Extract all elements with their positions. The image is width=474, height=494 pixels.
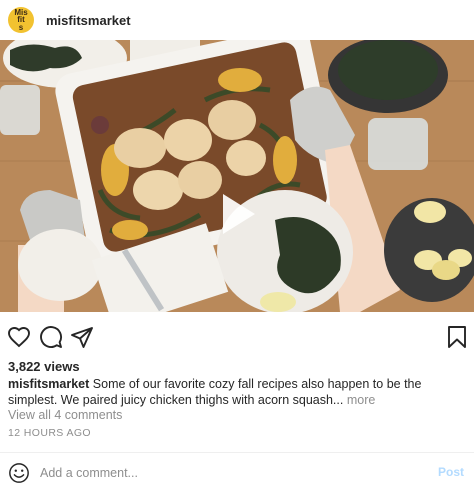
comment-input[interactable] — [40, 463, 420, 483]
bookmark-icon[interactable] — [445, 325, 469, 349]
play-icon[interactable] — [213, 190, 261, 238]
post-video[interactable] — [0, 40, 474, 312]
caption-more-link[interactable]: more — [347, 393, 375, 407]
post-comment-button[interactable]: Post — [438, 465, 464, 479]
food-photo — [0, 40, 474, 312]
view-count[interactable]: 3,822 views — [8, 359, 80, 374]
comment-bar: Post — [0, 453, 474, 494]
post-username[interactable]: misfitsmarket — [46, 13, 131, 28]
comment-icon[interactable] — [39, 325, 63, 349]
caption-username[interactable]: misfitsmarket — [8, 377, 89, 391]
avatar-logo-text: Mis fit s — [14, 8, 28, 32]
smiley-icon[interactable] — [8, 462, 30, 484]
caption: misfitsmarket Some of our favorite cozy … — [8, 377, 470, 408]
avatar[interactable]: Mis fit s — [8, 7, 34, 33]
heart-icon[interactable] — [7, 325, 31, 349]
post-header: Mis fit s misfitsmarket — [0, 0, 474, 40]
action-bar — [0, 322, 474, 352]
post-timestamp: 12 HOURS AGO — [8, 427, 91, 439]
share-icon[interactable] — [70, 325, 94, 349]
view-all-comments-link[interactable]: View all 4 comments — [8, 408, 122, 422]
